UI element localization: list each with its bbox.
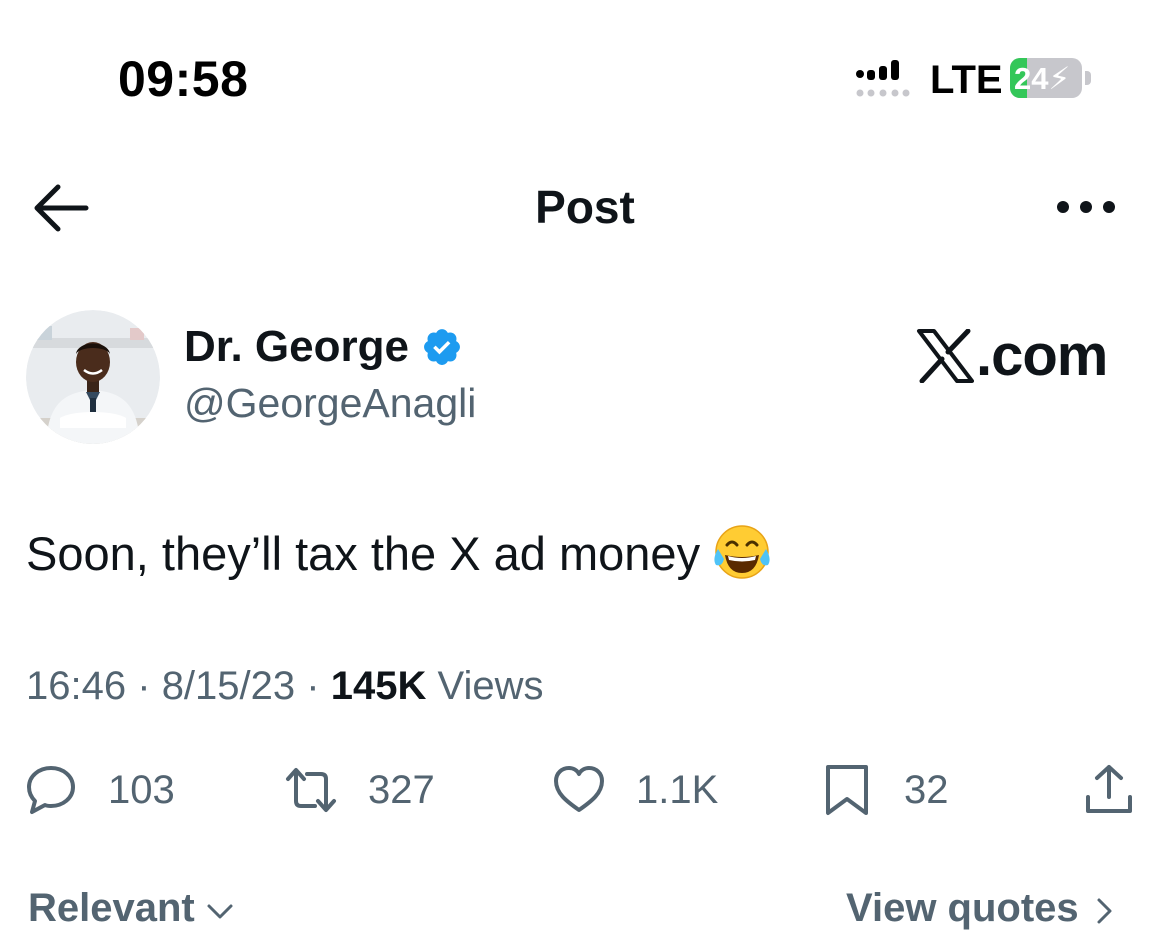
charging-bolt-icon: ⚡: [1048, 61, 1071, 96]
view-quotes-label: View quotes: [846, 886, 1079, 930]
reply-count: 103: [108, 767, 175, 812]
repost-button[interactable]: 327: [284, 762, 435, 818]
watermark-text: .com: [976, 323, 1108, 388]
battery-percent: 24⚡: [1014, 61, 1071, 96]
meta-separator: ·: [137, 664, 151, 708]
tweet-time: 16:46: [26, 664, 127, 708]
page-title: Post: [535, 181, 635, 233]
reply-icon: [27, 766, 75, 814]
heart-icon: [554, 766, 604, 812]
like-button[interactable]: 1.1K: [552, 762, 718, 818]
meta-separator: ·: [306, 664, 320, 708]
chevron-right-icon: [1097, 898, 1112, 923]
views-count: 145K: [330, 664, 427, 708]
bookmark-count: 32: [904, 767, 949, 812]
x-logo-icon: [917, 328, 974, 383]
share-button[interactable]: [1082, 762, 1136, 818]
author-handle[interactable]: @GeorgeAnagli: [184, 380, 476, 427]
verified-badge-icon: [424, 329, 460, 365]
sort-replies-dropdown[interactable]: Relevant: [28, 886, 235, 931]
author-name-row[interactable]: Dr. George: [184, 322, 463, 372]
tweet-body: Soon, they’ll tax the X ad money: [26, 523, 772, 583]
view-quotes-link[interactable]: View quotes: [846, 886, 1119, 931]
repost-count: 327: [368, 767, 435, 812]
watermark: .com: [916, 322, 1108, 389]
share-icon: [1086, 765, 1132, 813]
bookmark-icon: [826, 765, 868, 815]
chevron-down-icon: [207, 904, 233, 918]
face-with-tears-of-joy-icon: [714, 525, 770, 579]
author-display-name[interactable]: Dr. George: [184, 322, 409, 372]
tweet-text: Soon, they’ll tax the X ad money: [26, 526, 701, 580]
tweet-meta: 16:46 · 8/15/23 · 145K Views: [26, 664, 543, 709]
status-time: 09:58: [118, 51, 249, 107]
repost-icon: [286, 768, 336, 812]
cellular-signal-icon: [856, 60, 910, 97]
like-count: 1.1K: [636, 767, 719, 812]
battery-indicator: 24⚡: [1010, 58, 1094, 100]
network-type: LTE: [930, 58, 1003, 102]
avatar[interactable]: [26, 310, 160, 444]
tweet-date: 8/15/23: [161, 664, 296, 708]
more-options-icon[interactable]: [1055, 190, 1117, 224]
bookmark-button[interactable]: 32: [820, 762, 949, 818]
sort-label: Relevant: [28, 886, 195, 930]
reply-button[interactable]: 103: [24, 762, 175, 818]
views-label: Views: [437, 664, 544, 708]
